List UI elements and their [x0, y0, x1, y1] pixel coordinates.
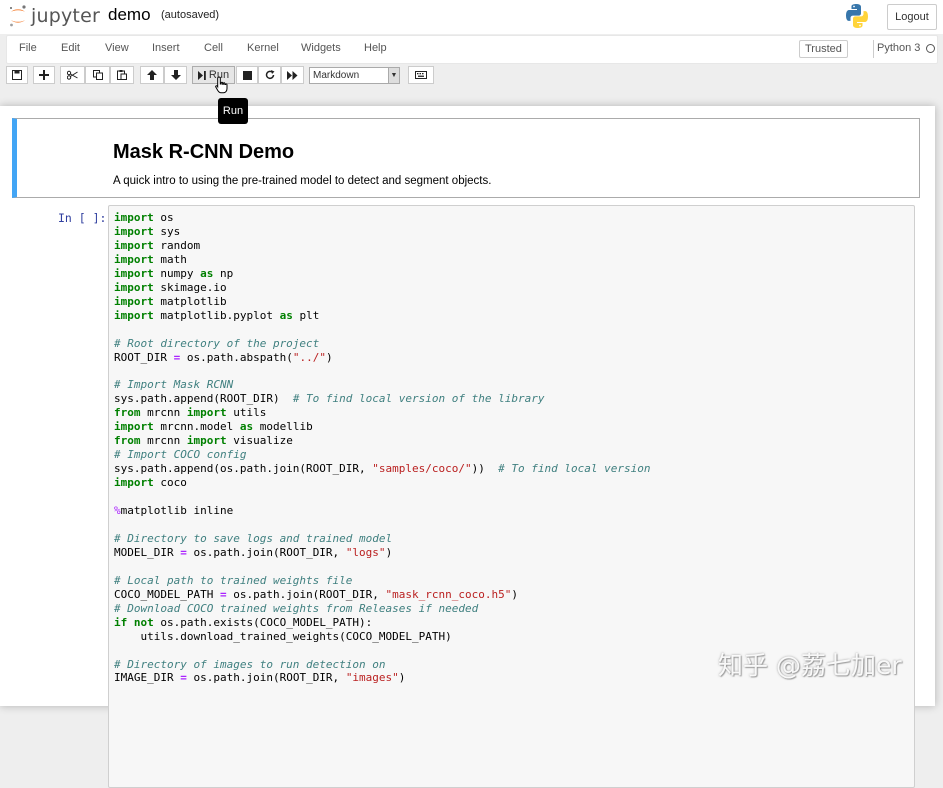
notebook-container: Mask R-CNN Demo A quick intro to using t…: [0, 106, 935, 788]
code-line: # Directory of images to run detection o…: [114, 657, 386, 671]
move-down-button[interactable]: [164, 66, 187, 84]
interrupt-button[interactable]: [236, 66, 258, 84]
run-tooltip: Run: [218, 98, 248, 124]
paste-icon: [117, 70, 127, 80]
input-prompt: In [ ]:: [58, 211, 107, 225]
markdown-body: A quick intro to using the pre-trained m…: [113, 175, 492, 187]
command-palette-button[interactable]: [408, 66, 434, 84]
markdown-cell[interactable]: Mask R-CNN Demo A quick intro to using t…: [12, 118, 920, 198]
markdown-title: Mask R-CNN Demo: [113, 141, 295, 163]
plus-icon: [39, 70, 49, 80]
menu-view[interactable]: View: [105, 42, 129, 54]
kernel-name: Python 3: [877, 42, 921, 54]
jupyter-logo-icon: [10, 5, 26, 27]
menu-widgets[interactable]: Widgets: [301, 42, 341, 54]
menu-edit[interactable]: Edit: [61, 42, 80, 54]
menubar: File Edit View Insert Cell Kernel Widget…: [6, 35, 938, 64]
code-line: import math: [114, 252, 187, 266]
code-line: # Root directory of the project: [114, 336, 320, 350]
menu-kernel[interactable]: Kernel: [247, 42, 279, 54]
menu-cell[interactable]: Cell: [204, 42, 223, 54]
code-line: # Import COCO config: [114, 448, 247, 462]
insert-cell-button[interactable]: [33, 66, 55, 84]
hand-cursor-icon: [215, 76, 228, 94]
restart-run-all-button[interactable]: [281, 66, 304, 84]
code-line: import matplotlib.pyplot as plt: [114, 308, 320, 322]
code-line: # Local path to trained weights file: [114, 573, 353, 587]
code-line: sys.path.append(ROOT_DIR) # To find loca…: [114, 392, 545, 406]
dropdown-arrow-icon: ▼: [388, 68, 399, 83]
cut-button[interactable]: [60, 66, 85, 84]
code-line: ROOT_DIR = os.path.abspath("../"): [114, 350, 333, 364]
code-line: # Directory to save logs and trained mod…: [114, 531, 393, 545]
code-line: IMAGE_DIR = os.path.join(ROOT_DIR, "imag…: [114, 671, 406, 685]
step-forward-icon: [197, 70, 206, 80]
header: jupyter demo (autosaved) Logout: [0, 0, 943, 34]
refresh-icon: [265, 70, 274, 80]
code-line: from mrcnn import utils: [114, 406, 267, 420]
code-line: # Import Mask RCNN: [114, 378, 234, 392]
paste-button[interactable]: [110, 66, 134, 84]
cell-type-select[interactable]: Markdown ▼: [309, 67, 400, 84]
move-up-button[interactable]: [140, 66, 164, 84]
code-line: import sys: [114, 224, 181, 238]
copy-button[interactable]: [85, 66, 110, 84]
fast-forward-icon: [287, 70, 298, 80]
code-line: import numpy as np: [114, 266, 234, 280]
code-line: from mrcnn import visualize: [114, 434, 293, 448]
restart-kernel-button[interactable]: [258, 66, 281, 84]
save-button[interactable]: [6, 66, 28, 84]
code-line: import matplotlib: [114, 294, 227, 308]
code-line: COCO_MODEL_PATH = os.path.join(ROOT_DIR,…: [114, 587, 519, 601]
toolbar: Run Markdown ▼: [0, 64, 943, 89]
python-logo-icon: [845, 3, 869, 34]
code-line: sys.path.append(os.path.join(ROOT_DIR, "…: [114, 462, 651, 476]
cell-type-value: Markdown: [313, 70, 360, 81]
code-cell-editor[interactable]: import os import sys import random impor…: [108, 205, 915, 788]
kernel-divider: [873, 40, 874, 58]
jupyter-logo[interactable]: jupyter: [8, 3, 100, 29]
arrow-up-icon: [147, 70, 157, 80]
copy-icon: [92, 70, 103, 80]
code-line: %matplotlib inline: [114, 504, 234, 518]
arrow-down-icon: [170, 70, 181, 80]
code-line: import os: [114, 211, 174, 224]
code-line: # Download COCO trained weights from Rel…: [114, 601, 479, 615]
menu-file[interactable]: File: [19, 42, 37, 54]
code-content: import os import sys import random impor…: [114, 211, 650, 685]
trusted-indicator[interactable]: Trusted: [799, 40, 848, 58]
logout-button[interactable]: Logout: [887, 4, 937, 30]
scissors-icon: [67, 70, 78, 80]
stop-icon: [242, 70, 252, 80]
menu-help[interactable]: Help: [364, 42, 387, 54]
code-line: import random: [114, 238, 201, 252]
code-line: import skimage.io: [114, 280, 227, 294]
code-line: if not os.path.exists(COCO_MODEL_PATH):: [114, 615, 373, 629]
autosave-status: (autosaved): [161, 9, 220, 21]
code-line: MODEL_DIR = os.path.join(ROOT_DIR, "logs…: [114, 545, 393, 559]
keyboard-icon: [415, 71, 427, 79]
watermark: 知乎 @荔七加er: [718, 651, 902, 680]
kernel-status-icon: [926, 44, 935, 53]
jupyter-logo-text: jupyter: [31, 5, 100, 27]
save-icon: [12, 70, 22, 80]
menu-insert[interactable]: Insert: [152, 42, 180, 54]
code-line: import mrcnn.model as modellib: [114, 420, 313, 434]
code-line: import coco: [114, 476, 187, 490]
code-line: utils.download_trained_weights(COCO_MODE…: [114, 629, 452, 643]
notebook-name[interactable]: demo: [108, 5, 151, 25]
